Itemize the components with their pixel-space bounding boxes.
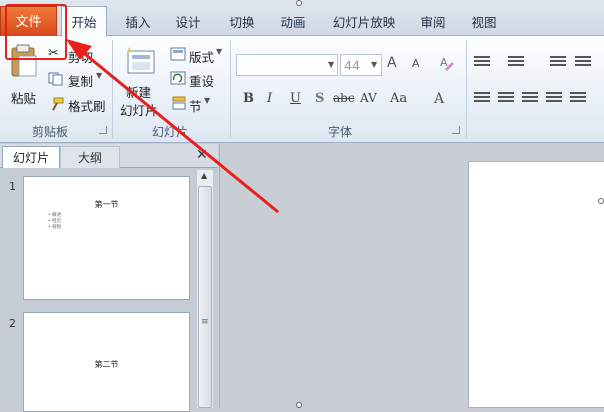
change-case-button[interactable]: Aa: [390, 91, 407, 106]
underline-button[interactable]: U: [290, 91, 301, 106]
grip-icon: ≡: [201, 317, 209, 327]
file-tab-highlight-box: [5, 4, 67, 60]
tab-design[interactable]: 设计: [168, 9, 208, 36]
tab-insert[interactable]: 插入: [118, 9, 158, 36]
selection-handle[interactable]: [598, 198, 604, 204]
ribbon-tab-bar: 文件 开始 插入 设计 切换 动画 幻灯片放映 审阅 视图: [0, 0, 604, 38]
align-center-icon[interactable]: [498, 92, 514, 104]
reset-label: 重设: [189, 74, 215, 89]
layout-label: 版式: [189, 50, 215, 65]
tab-slideshow[interactable]: 幻灯片放映: [328, 9, 400, 36]
tab-slides[interactable]: 幻灯片: [2, 146, 60, 168]
new-slide-label-line2: 幻灯片: [120, 103, 158, 118]
layout-dropdown-icon[interactable]: ▼: [216, 47, 222, 56]
align-left-icon[interactable]: [474, 92, 490, 104]
format-painter-icon: [52, 97, 64, 111]
section-dropdown-icon[interactable]: ▼: [204, 96, 210, 105]
group-separator: [230, 40, 231, 138]
tab-review[interactable]: 审阅: [413, 9, 453, 36]
svg-text:A: A: [440, 56, 448, 69]
clipboard-launcher-icon[interactable]: [99, 126, 107, 134]
tab-view[interactable]: 视图: [464, 9, 504, 36]
font-size-select[interactable]: 44 ▼: [340, 54, 382, 76]
clipboard-group-label: 剪贴板: [31, 125, 68, 139]
shrink-font-icon[interactable]: A: [412, 57, 420, 70]
slides-group-label: 幻灯片: [151, 125, 188, 139]
font-size-dropdown-icon[interactable]: ▼: [371, 60, 377, 69]
layout-button[interactable]: 版式 ▼: [170, 46, 226, 65]
vertical-scrollbar[interactable]: ▲ ≡: [196, 170, 213, 408]
tab-outline[interactable]: 大纲: [60, 146, 120, 168]
slide-thumbnail-1[interactable]: 第一节 • 概述 • 经历 • 规划: [23, 176, 190, 300]
new-slide-icon: [127, 47, 155, 74]
bold-button[interactable]: B: [243, 91, 254, 106]
reset-icon: [170, 71, 186, 85]
new-slide-button[interactable]: 新建 幻灯片: [118, 42, 162, 118]
section-label: 节: [189, 99, 202, 114]
format-painter-button[interactable]: 格式刷: [48, 95, 108, 114]
slides-pane: 幻灯片 大纲 ✕ 1 第一节 • 概述 • 经历 • 规划 2 第二节 ▲ ≡: [0, 144, 218, 412]
close-icon[interactable]: ✕: [196, 147, 208, 163]
clear-format-icon[interactable]: A: [438, 54, 456, 72]
slide-editing-area: [219, 144, 604, 408]
group-separator: [112, 40, 113, 138]
selection-handle[interactable]: [296, 0, 302, 6]
paste-label: 粘贴: [11, 91, 37, 106]
font-color-button[interactable]: A: [434, 91, 444, 107]
tab-animations[interactable]: 动画: [273, 9, 313, 36]
tab-transitions[interactable]: 切换: [222, 9, 262, 36]
justify-icon[interactable]: [546, 92, 562, 104]
format-painter-label: 格式刷: [68, 99, 106, 114]
slide-number: 1: [9, 180, 16, 193]
numbering-icon[interactable]: [508, 56, 524, 68]
scroll-thumb[interactable]: ≡: [198, 186, 212, 408]
font-group-label: 字体: [327, 125, 352, 139]
font-name-select[interactable]: ▼: [236, 54, 338, 76]
font-launcher-icon[interactable]: [452, 126, 460, 134]
slide-number: 2: [9, 317, 16, 330]
shadow-button[interactable]: S: [315, 91, 324, 106]
distributed-align-icon[interactable]: [570, 92, 586, 104]
section-button[interactable]: 节 ▼: [170, 95, 226, 114]
section-icon: [172, 96, 186, 110]
new-slide-label: 新建: [126, 85, 152, 100]
italic-button[interactable]: I: [267, 91, 272, 106]
scroll-up-icon[interactable]: ▲: [201, 171, 207, 180]
align-right-icon[interactable]: [522, 92, 538, 104]
copy-icon: [48, 72, 63, 86]
reset-button[interactable]: 重设: [170, 70, 226, 89]
selection-handle[interactable]: [296, 402, 302, 408]
cut-label: 剪切: [68, 50, 94, 65]
decrease-indent-icon[interactable]: [550, 56, 566, 68]
strikethrough-button[interactable]: abc: [333, 91, 355, 105]
copy-label: 复制: [68, 74, 94, 89]
tab-home[interactable]: 开始: [61, 6, 107, 37]
font-name-dropdown-icon[interactable]: ▼: [328, 60, 334, 69]
layout-icon: [170, 47, 186, 61]
pane-tab-bar: 幻灯片 大纲 ✕: [0, 144, 218, 168]
font-size-value: 44: [344, 58, 360, 73]
copy-dropdown-icon[interactable]: ▼: [96, 71, 102, 80]
grow-font-icon[interactable]: A: [387, 55, 397, 71]
thumb-bullets: • 概述 • 经历 • 规划: [48, 213, 62, 230]
bullets-icon[interactable]: [474, 56, 490, 68]
increase-indent-icon[interactable]: [575, 56, 591, 68]
char-spacing-button[interactable]: AV: [360, 91, 377, 105]
group-separator: [466, 40, 467, 138]
thumb-title: 第二节: [94, 360, 119, 369]
thumb-title: 第一节: [94, 200, 119, 209]
main-slide-canvas[interactable]: [468, 161, 604, 408]
copy-button[interactable]: 复制 ▼: [48, 70, 106, 89]
slide-thumbnail-2[interactable]: 第二节: [23, 312, 190, 412]
ribbon-home: 粘贴 ✂ 剪切 复制 ▼ 格式刷 剪贴板 新建 幻灯片 版式 ▼ 重设 节 ▼ …: [0, 36, 604, 143]
